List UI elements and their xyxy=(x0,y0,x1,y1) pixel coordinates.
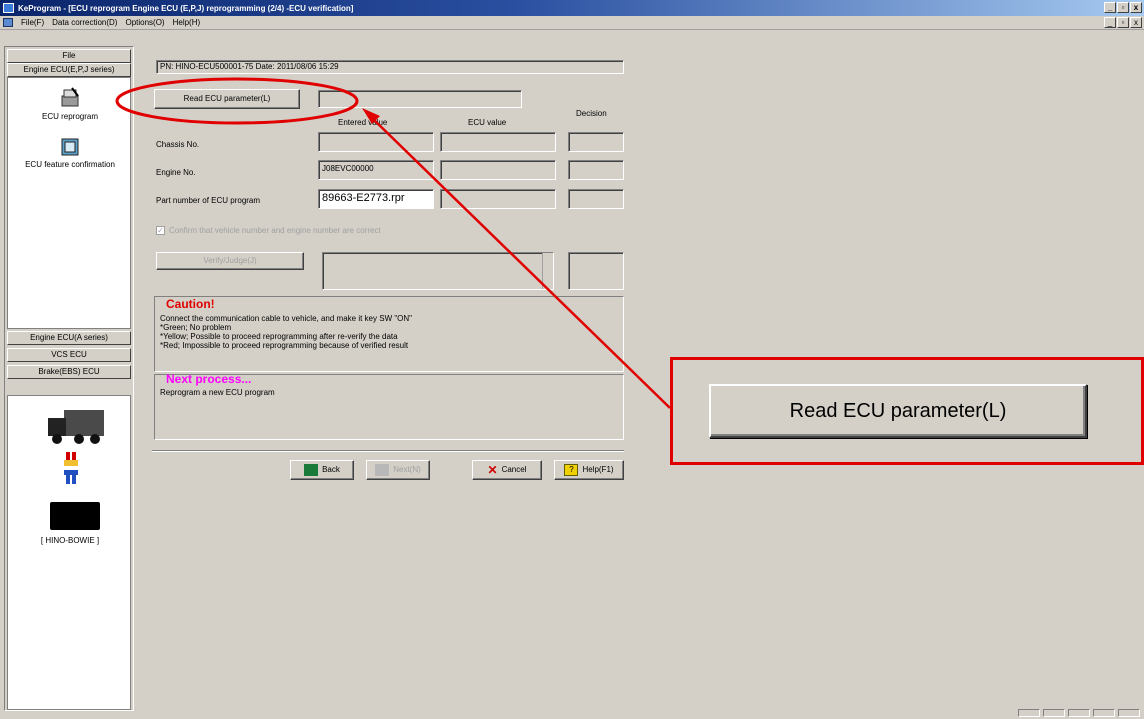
status-panel xyxy=(1093,709,1115,717)
status-panel xyxy=(1118,709,1140,717)
zoom-callout: Read ECU parameter(L) xyxy=(670,357,1144,465)
highlight-ellipse xyxy=(115,77,359,125)
status-panel xyxy=(1068,709,1090,717)
annotation-arrow-line xyxy=(371,117,671,409)
status-panel xyxy=(1018,709,1040,717)
zoomed-read-ecu-parameter-button: Read ECU parameter(L) xyxy=(709,384,1087,438)
status-panel xyxy=(1043,709,1065,717)
status-bar xyxy=(1018,709,1140,717)
